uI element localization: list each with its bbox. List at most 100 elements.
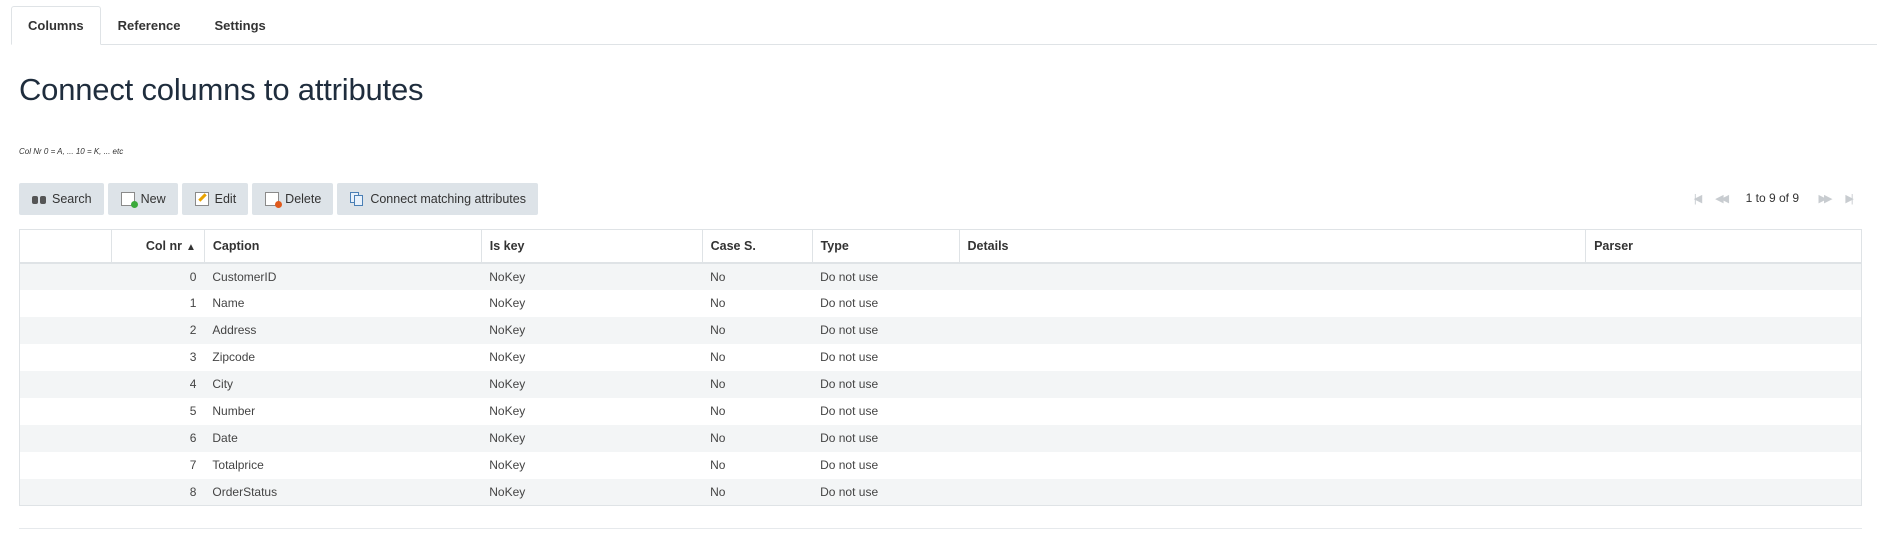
search-button[interactable]: Search [19, 183, 104, 215]
delete-button-label: Delete [285, 192, 322, 206]
tab-columns[interactable]: Columns [11, 6, 101, 45]
new-button-label: New [140, 192, 166, 206]
tab-settings[interactable]: Settings [198, 6, 283, 44]
column-number-hint: Col Nr 0 = A, ... 10 = K, ... etc [19, 147, 124, 156]
header-colnr[interactable]: Col nr ▲ [111, 229, 205, 264]
cell-cases: No [702, 316, 813, 344]
cell-details [959, 343, 1586, 371]
cell-parser [1585, 289, 1862, 317]
table-row[interactable]: 8 OrderStatus NoKey No Do not use [19, 478, 1862, 506]
header-select [19, 229, 112, 264]
delete-document-icon [265, 192, 283, 208]
cell-details [959, 316, 1586, 344]
cell-cases: No [702, 397, 813, 425]
table-row[interactable]: 4 City NoKey No Do not use [19, 370, 1862, 398]
cell-cases: No [702, 424, 813, 452]
cell-select [19, 370, 112, 398]
search-button-label: Search [52, 192, 92, 206]
table-row[interactable]: 1 Name NoKey No Do not use [19, 289, 1862, 317]
cell-cases: No [702, 262, 813, 290]
cell-parser [1585, 397, 1862, 425]
table-row[interactable]: 3 Zipcode NoKey No Do not use [19, 343, 1862, 371]
header-parser[interactable]: Parser [1585, 229, 1862, 264]
delete-button[interactable]: Delete [252, 183, 334, 215]
cell-iskey: NoKey [481, 397, 703, 425]
cell-parser [1585, 370, 1862, 398]
cell-type: Do not use [812, 343, 959, 371]
cell-details [959, 370, 1586, 398]
cell-parser [1585, 424, 1862, 452]
cell-caption: Date [204, 424, 482, 452]
header-cases[interactable]: Case S. [702, 229, 813, 264]
cell-colnr: 3 [111, 343, 205, 371]
header-iskey[interactable]: Is key [481, 229, 703, 264]
cell-colnr: 8 [111, 478, 205, 506]
cell-type: Do not use [812, 424, 959, 452]
header-type[interactable]: Type [812, 229, 960, 264]
table-row[interactable]: 2 Address NoKey No Do not use [19, 316, 1862, 344]
columns-grid: Col nr ▲ Caption Is key Case S. Type Deta… [19, 229, 1862, 506]
copy-documents-icon [350, 192, 364, 206]
first-page-icon[interactable]: |◀ [1690, 191, 1704, 205]
cell-iskey: NoKey [481, 262, 703, 290]
table-row[interactable]: 6 Date NoKey No Do not use [19, 424, 1862, 452]
sort-ascending-icon: ▲ [185, 241, 196, 253]
cell-type: Do not use [812, 262, 959, 290]
cell-caption: City [204, 370, 482, 398]
cell-parser [1585, 478, 1862, 506]
cell-caption: Address [204, 316, 482, 344]
connect-matching-attributes-button[interactable]: Connect matching attributes [337, 183, 538, 215]
cell-details [959, 424, 1586, 452]
cell-caption: Totalprice [204, 451, 482, 479]
cell-details [959, 262, 1586, 290]
cell-type: Do not use [812, 370, 959, 398]
cell-iskey: NoKey [481, 424, 703, 452]
cell-cases: No [702, 343, 813, 371]
cell-caption: OrderStatus [204, 478, 482, 506]
cell-cases: No [702, 289, 813, 317]
pager: |◀ ◀◀ 1 to 9 of 9 ▶▶ ▶| [1690, 191, 1855, 205]
cell-details [959, 397, 1586, 425]
table-row[interactable]: 0 CustomerID NoKey No Do not use [19, 262, 1862, 290]
header-details[interactable]: Details [959, 229, 1587, 264]
cell-type: Do not use [812, 478, 959, 506]
cell-iskey: NoKey [481, 451, 703, 479]
cell-iskey: NoKey [481, 478, 703, 506]
cell-caption: CustomerID [204, 262, 482, 290]
cell-colnr: 6 [111, 424, 205, 452]
cell-select [19, 478, 112, 506]
cell-caption: Number [204, 397, 482, 425]
cell-colnr: 7 [111, 451, 205, 479]
table-row[interactable]: 7 Totalprice NoKey No Do not use [19, 451, 1862, 479]
cell-select [19, 424, 112, 452]
header-colnr-label: Col nr [145, 238, 182, 253]
cell-select [19, 397, 112, 425]
last-page-icon[interactable]: ▶| [1841, 191, 1855, 205]
cell-cases: No [702, 478, 813, 506]
cell-iskey: NoKey [481, 316, 703, 344]
cell-iskey: NoKey [481, 370, 703, 398]
cell-parser [1585, 262, 1862, 290]
new-document-icon [120, 192, 138, 208]
edit-document-icon [194, 192, 209, 206]
cell-cases: No [702, 451, 813, 479]
cell-select [19, 289, 112, 317]
next-page-icon[interactable]: ▶▶ [1817, 191, 1833, 205]
table-row[interactable]: 5 Number NoKey No Do not use [19, 397, 1862, 425]
cell-colnr: 0 [111, 262, 205, 290]
new-button[interactable]: New [107, 183, 178, 215]
binoculars-icon [32, 192, 46, 206]
edit-button-label: Edit [214, 192, 237, 206]
pager-info: 1 to 9 of 9 [1745, 191, 1799, 205]
cell-select [19, 316, 112, 344]
page-title: Connect columns to attributes [19, 72, 424, 107]
previous-page-icon[interactable]: ◀◀ [1714, 191, 1729, 205]
cell-type: Do not use [812, 316, 959, 344]
header-caption[interactable]: Caption [204, 229, 482, 264]
tab-reference[interactable]: Reference [101, 6, 198, 44]
cell-type: Do not use [812, 397, 959, 425]
grid-header-row: Col nr ▲ Caption Is key Case S. Type Deta… [19, 229, 1862, 264]
edit-button[interactable]: Edit [181, 183, 249, 215]
cell-colnr: 1 [111, 289, 205, 317]
toolbar: Search New Edit Delete Connect matching … [19, 183, 538, 215]
